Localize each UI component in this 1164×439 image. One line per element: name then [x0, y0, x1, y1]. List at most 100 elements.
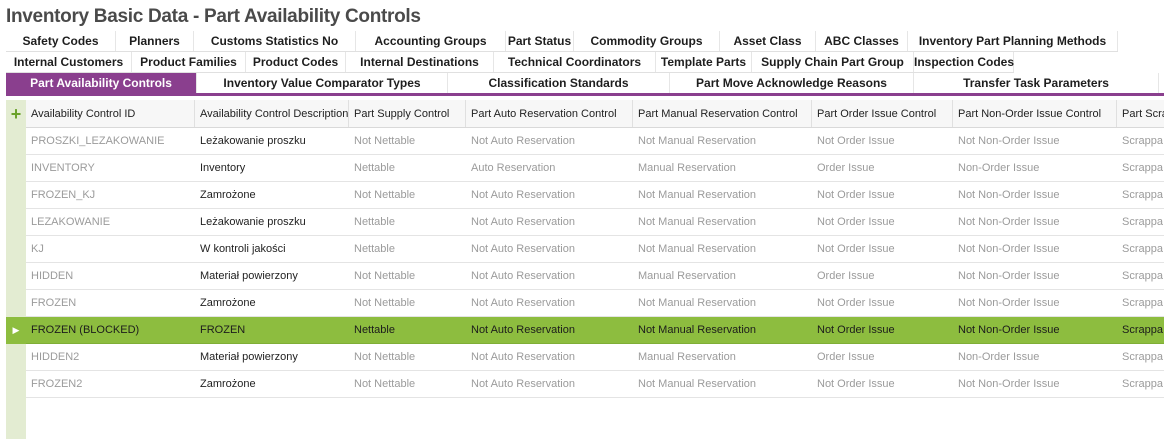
cell-part-order-issue-control: Not Order Issue — [817, 297, 895, 309]
column-header-part-auto-reservation-control[interactable]: Part Auto Reservation Control — [466, 100, 633, 127]
cell-part-manual-reservation-control: Not Manual Reservation — [638, 324, 757, 336]
table-row[interactable]: FROZEN_KJ Zamrożone Not Nettable Not Auto R… — [26, 182, 1164, 209]
cell-part-order-issue-control: Not Order Issue — [817, 243, 895, 255]
cell-availability-control-description: Zamrożone — [200, 297, 256, 309]
table-row[interactable]: HIDDEN Materiał powierzony Not Nettable Not… — [26, 263, 1164, 290]
cell-availability-control-description: W kontroli jakości — [200, 243, 286, 255]
cell-availability-control-description: Zamrożone — [200, 189, 256, 201]
table-row[interactable]: KJ W kontroli jakości Nettable Not Auto Res… — [26, 236, 1164, 263]
cell-availability-control-description: FROZEN — [200, 324, 246, 336]
plus-icon[interactable]: + — [6, 100, 26, 128]
cell-part-manual-reservation-control: Manual Reservation — [638, 270, 736, 282]
tab-accounting-groups[interactable]: Accounting Groups — [356, 31, 506, 51]
row-selector-bar — [6, 100, 26, 439]
cell-availability-control-id: HIDDEN2 — [31, 351, 80, 363]
tab-supply-chain-part-group[interactable]: Supply Chain Part Group — [752, 52, 914, 72]
cell-part-auto-reservation-control: Auto Reservation — [471, 162, 556, 174]
table-row[interactable]: HIDDEN2 Materiał powierzony Not Nettable No… — [26, 344, 1164, 371]
cell-part-non-order-issue-control: Not Non-Order Issue — [958, 243, 1060, 255]
cell-part-manual-reservation-control: Not Manual Reservation — [638, 297, 757, 309]
table-row[interactable]: INVENTORY Inventory Nettable Auto Reservati… — [26, 155, 1164, 182]
cell-part-non-order-issue-control: Not Non-Order Issue — [958, 189, 1060, 201]
active-tab-underline — [6, 93, 1164, 96]
tab-inventory-value-comparator-types[interactable]: Inventory Value Comparator Types — [197, 73, 448, 93]
cell-part-supply-control: Nettable — [354, 243, 395, 255]
cell-part-manual-reservation-control: Not Manual Reservation — [638, 243, 757, 255]
cell-availability-control-id: PROSZKI_LEZAKOWANIE — [31, 135, 165, 147]
cell-part-order-issue-control: Not Order Issue — [817, 135, 895, 147]
cell-availability-control-id: FROZEN (BLOCKED) — [31, 324, 140, 336]
cell-part-scrap-control: Scrappa — [1122, 189, 1163, 201]
cell-part-order-issue-control: Order Issue — [817, 162, 875, 174]
tab-part-status[interactable]: Part Status — [506, 31, 574, 51]
table-row[interactable]: FROZEN (BLOCKED) FROZEN Nettable Not Auto R… — [26, 317, 1164, 344]
tab-part-move-acknowledge-reasons[interactable]: Part Move Acknowledge Reasons — [670, 73, 914, 93]
cell-part-auto-reservation-control: Not Auto Reservation — [471, 243, 575, 255]
tab-template-parts[interactable]: Template Parts — [656, 52, 752, 72]
tab-product-codes[interactable]: Product Codes — [246, 52, 346, 72]
cell-part-supply-control: Not Nettable — [354, 270, 416, 282]
cell-part-supply-control: Not Nettable — [354, 189, 416, 201]
cell-part-scrap-control: Scrappa — [1122, 297, 1163, 309]
tab-commodity-groups[interactable]: Commodity Groups — [574, 31, 720, 51]
cell-part-non-order-issue-control: Not Non-Order Issue — [958, 324, 1060, 336]
tab-planners[interactable]: Planners — [116, 31, 194, 51]
table-row[interactable]: LEZAKOWANIE Leżakowanie proszku Nettable No… — [26, 209, 1164, 236]
cell-part-order-issue-control: Not Order Issue — [817, 189, 895, 201]
cell-part-manual-reservation-control: Manual Reservation — [638, 351, 736, 363]
tab-transfer-task-parameters[interactable]: Transfer Task Parameters — [914, 73, 1159, 93]
tab-customs-statistics-no[interactable]: Customs Statistics No — [194, 31, 356, 51]
column-header-part-non-order-issue-control[interactable]: Part Non-Order Issue Control — [953, 100, 1117, 127]
column-header-availability-control-description[interactable]: Availability Control Description — [195, 100, 349, 127]
tab-safety-codes[interactable]: Safety Codes — [6, 31, 116, 51]
tab-inspection-codes[interactable]: Inspection Codes — [914, 52, 1014, 72]
tab-part-availability-controls[interactable]: Part Availability Controls — [6, 73, 197, 93]
column-header-part-supply-control[interactable]: Part Supply Control — [349, 100, 466, 127]
cell-part-auto-reservation-control: Not Auto Reservation — [471, 270, 575, 282]
tab-technical-coordinators[interactable]: Technical Coordinators — [494, 52, 656, 72]
cell-availability-control-description: Inventory — [200, 162, 246, 174]
cell-part-supply-control: Not Nettable — [354, 351, 416, 363]
cell-part-auto-reservation-control: Not Auto Reservation — [471, 135, 575, 147]
cell-part-auto-reservation-control: Not Auto Reservation — [471, 216, 575, 228]
cell-part-non-order-issue-control: Not Non-Order Issue — [958, 135, 1060, 147]
table-row[interactable]: FROZEN Zamrożone Not Nettable Not Auto Rese… — [26, 290, 1164, 317]
cell-part-non-order-issue-control: Not Non-Order Issue — [958, 270, 1060, 282]
tab-inventory-part-planning-methods[interactable]: Inventory Part Planning Methods — [908, 31, 1118, 51]
selected-row-arrow-icon: ▶ — [6, 317, 26, 344]
tab-product-families[interactable]: Product Families — [132, 52, 246, 72]
tab-internal-customers[interactable]: Internal Customers — [6, 52, 132, 72]
cell-part-manual-reservation-control: Manual Reservation — [638, 162, 736, 174]
cell-part-non-order-issue-control: Non-Order Issue — [958, 162, 1040, 174]
cell-availability-control-id: HIDDEN — [31, 270, 74, 282]
table-row[interactable]: FROZEN2 Zamrożone Not Nettable Not Auto Res… — [26, 371, 1164, 398]
cell-part-manual-reservation-control: Not Manual Reservation — [638, 216, 757, 228]
column-header-part-manual-reservation-control[interactable]: Part Manual Reservation Control — [633, 100, 812, 127]
page-title: Inventory Basic Data - Part Availability… — [6, 6, 421, 27]
cell-availability-control-description: Materiał powierzony — [200, 351, 298, 363]
cell-availability-control-description: Zamrożone — [200, 378, 256, 390]
column-header-availability-control-id[interactable]: Availability Control ID — [26, 100, 195, 127]
tab-row-1: Safety Codes Planners Customs Statistics N… — [6, 31, 1118, 52]
tab-classification-standards[interactable]: Classification Standards — [448, 73, 670, 93]
cell-part-manual-reservation-control: Not Manual Reservation — [638, 135, 757, 147]
cell-part-non-order-issue-control: Non-Order Issue — [958, 351, 1040, 363]
tab-asset-class[interactable]: Asset Class — [720, 31, 816, 51]
table-row[interactable]: PROSZKI_LEZAKOWANIE Leżakowanie proszku No… — [26, 128, 1164, 155]
cell-part-auto-reservation-control: Not Auto Reservation — [471, 378, 575, 390]
tab-abc-classes[interactable]: ABC Classes — [816, 31, 908, 51]
column-header-part-order-issue-control[interactable]: Part Order Issue Control — [812, 100, 953, 127]
cell-part-auto-reservation-control: Not Auto Reservation — [471, 189, 575, 201]
column-header-part-scrap-control[interactable]: Part Scra — [1117, 100, 1164, 127]
cell-part-manual-reservation-control: Not Manual Reservation — [638, 189, 757, 201]
cell-part-supply-control: Nettable — [354, 162, 395, 174]
cell-part-supply-control: Nettable — [354, 324, 395, 336]
cell-part-auto-reservation-control: Not Auto Reservation — [471, 351, 575, 363]
cell-part-auto-reservation-control: Not Auto Reservation — [471, 324, 575, 336]
cell-part-non-order-issue-control: Not Non-Order Issue — [958, 216, 1060, 228]
cell-part-auto-reservation-control: Not Auto Reservation — [471, 297, 575, 309]
tab-row-3: Part Availability Controls Inventory Valu… — [6, 73, 1159, 94]
cell-part-order-issue-control: Not Order Issue — [817, 378, 895, 390]
tab-internal-destinations[interactable]: Internal Destinations — [346, 52, 494, 72]
cell-part-scrap-control: Scrappa — [1122, 324, 1163, 336]
